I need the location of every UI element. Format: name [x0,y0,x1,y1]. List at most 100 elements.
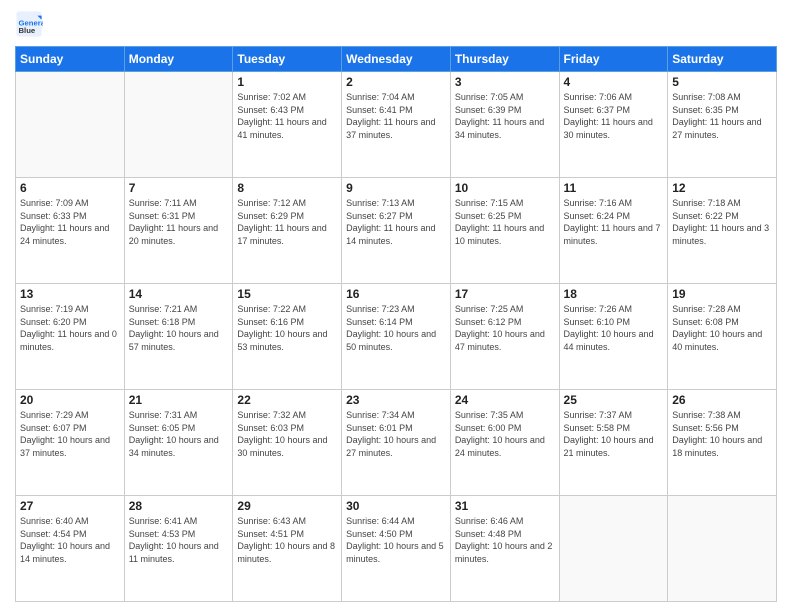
calendar-cell: 26 Sunrise: 7:38 AMSunset: 5:56 PMDayligh… [668,390,777,496]
day-number: 21 [129,393,229,407]
calendar-cell: 1Sunrise: 7:02 AMSunset: 6:43 PMDaylight… [233,72,342,178]
day-info: Sunrise: 7:16 AMSunset: 6:24 PMDaylight:… [564,197,664,247]
calendar-cell: 25 Sunrise: 7:37 AMSunset: 5:58 PMDayligh… [559,390,668,496]
day-number: 2 [346,75,446,89]
day-info: Sunrise: 7:23 AMSunset: 6:14 PMDaylight:… [346,303,446,353]
logo-icon: General Blue [15,10,43,38]
calendar-cell: 13Sunrise: 7:19 AMSunset: 6:20 PMDayligh… [16,284,125,390]
day-info: Sunrise: 7:21 AMSunset: 6:18 PMDaylight:… [129,303,229,353]
day-info: Sunrise: 7:19 AMSunset: 6:20 PMDaylight:… [20,303,120,353]
day-info: Sunrise: 7:09 AMSunset: 6:33 PMDaylight:… [20,197,120,247]
day-number: 14 [129,287,229,301]
day-number: 26 [672,393,772,407]
day-info: Sunrise: 7:15 AMSunset: 6:25 PMDaylight:… [455,197,555,247]
calendar-cell: 28 Sunrise: 6:41 AMSunset: 4:53 PMDayligh… [124,496,233,602]
calendar-cell: 8Sunrise: 7:12 AMSunset: 6:29 PMDaylight… [233,178,342,284]
day-number: 30 [346,499,446,513]
day-number: 22 [237,393,337,407]
day-info: Sunrise: 7:26 AMSunset: 6:10 PMDaylight:… [564,303,664,353]
day-number: 25 [564,393,664,407]
calendar: SundayMondayTuesdayWednesdayThursdayFrid… [15,46,777,602]
day-info: Sunrise: 7:06 AMSunset: 6:37 PMDaylight:… [564,91,664,141]
calendar-cell: 17 Sunrise: 7:25 AMSunset: 6:12 PMDayligh… [450,284,559,390]
calendar-cell: 31Sunrise: 6:46 AMSunset: 4:48 PMDayligh… [450,496,559,602]
calendar-cell [124,72,233,178]
weekday-header-tuesday: Tuesday [233,47,342,72]
calendar-cell: 7 Sunrise: 7:11 AMSunset: 6:31 PMDaylight… [124,178,233,284]
calendar-cell: 30 Sunrise: 6:44 AMSunset: 4:50 PMDayligh… [342,496,451,602]
calendar-cell: 3 Sunrise: 7:05 AMSunset: 6:39 PMDaylight… [450,72,559,178]
day-info: Sunrise: 6:41 AMSunset: 4:53 PMDaylight:… [129,515,229,565]
svg-text:Blue: Blue [19,26,36,35]
day-info: Sunrise: 7:31 AMSunset: 6:05 PMDaylight:… [129,409,229,459]
calendar-week-row: 13Sunrise: 7:19 AMSunset: 6:20 PMDayligh… [16,284,777,390]
day-number: 3 [455,75,555,89]
day-number: 31 [455,499,555,513]
day-number: 18 [564,287,664,301]
day-info: Sunrise: 7:04 AMSunset: 6:41 PMDaylight:… [346,91,446,141]
calendar-cell: 6 Sunrise: 7:09 AMSunset: 6:33 PMDaylight… [16,178,125,284]
day-number: 28 [129,499,229,513]
calendar-cell: 5 Sunrise: 7:08 AMSunset: 6:35 PMDaylight… [668,72,777,178]
day-number: 24 [455,393,555,407]
weekday-header-wednesday: Wednesday [342,47,451,72]
calendar-week-row: 6 Sunrise: 7:09 AMSunset: 6:33 PMDaylight… [16,178,777,284]
day-info: Sunrise: 7:28 AMSunset: 6:08 PMDaylight:… [672,303,772,353]
calendar-cell: 22Sunrise: 7:32 AMSunset: 6:03 PMDayligh… [233,390,342,496]
calendar-cell [16,72,125,178]
day-number: 19 [672,287,772,301]
day-number: 4 [564,75,664,89]
weekday-header-friday: Friday [559,47,668,72]
day-number: 17 [455,287,555,301]
day-info: Sunrise: 7:13 AMSunset: 6:27 PMDaylight:… [346,197,446,247]
calendar-cell: 29 Sunrise: 6:43 AMSunset: 4:51 PMDayligh… [233,496,342,602]
calendar-week-row: 27 Sunrise: 6:40 AMSunset: 4:54 PMDayligh… [16,496,777,602]
day-info: Sunrise: 6:44 AMSunset: 4:50 PMDaylight:… [346,515,446,565]
calendar-cell: 2 Sunrise: 7:04 AMSunset: 6:41 PMDaylight… [342,72,451,178]
calendar-cell: 23 Sunrise: 7:34 AMSunset: 6:01 PMDayligh… [342,390,451,496]
day-info: Sunrise: 7:05 AMSunset: 6:39 PMDaylight:… [455,91,555,141]
calendar-cell: 19 Sunrise: 7:28 AMSunset: 6:08 PMDayligh… [668,284,777,390]
day-info: Sunrise: 7:08 AMSunset: 6:35 PMDaylight:… [672,91,772,141]
day-number: 15 [237,287,337,301]
day-number: 6 [20,181,120,195]
calendar-cell: 27 Sunrise: 6:40 AMSunset: 4:54 PMDayligh… [16,496,125,602]
day-number: 20 [20,393,120,407]
day-info: Sunrise: 6:40 AMSunset: 4:54 PMDaylight:… [20,515,120,565]
day-info: Sunrise: 7:11 AMSunset: 6:31 PMDaylight:… [129,197,229,247]
calendar-cell: 10 Sunrise: 7:15 AMSunset: 6:25 PMDayligh… [450,178,559,284]
calendar-cell: 18 Sunrise: 7:26 AMSunset: 6:10 PMDayligh… [559,284,668,390]
calendar-cell: 9 Sunrise: 7:13 AMSunset: 6:27 PMDaylight… [342,178,451,284]
weekday-header-sunday: Sunday [16,47,125,72]
day-info: Sunrise: 7:18 AMSunset: 6:22 PMDaylight:… [672,197,772,247]
day-info: Sunrise: 7:25 AMSunset: 6:12 PMDaylight:… [455,303,555,353]
calendar-cell: 4 Sunrise: 7:06 AMSunset: 6:37 PMDaylight… [559,72,668,178]
day-info: Sunrise: 7:02 AMSunset: 6:43 PMDaylight:… [237,91,337,141]
day-number: 27 [20,499,120,513]
day-number: 7 [129,181,229,195]
day-info: Sunrise: 7:37 AMSunset: 5:58 PMDaylight:… [564,409,664,459]
day-info: Sunrise: 7:38 AMSunset: 5:56 PMDaylight:… [672,409,772,459]
weekday-header-monday: Monday [124,47,233,72]
day-number: 10 [455,181,555,195]
day-number: 11 [564,181,664,195]
day-number: 16 [346,287,446,301]
day-number: 9 [346,181,446,195]
day-info: Sunrise: 7:35 AMSunset: 6:00 PMDaylight:… [455,409,555,459]
day-number: 29 [237,499,337,513]
calendar-cell: 11 Sunrise: 7:16 AMSunset: 6:24 PMDayligh… [559,178,668,284]
weekday-header-row: SundayMondayTuesdayWednesdayThursdayFrid… [16,47,777,72]
calendar-cell [668,496,777,602]
page: General Blue SundayMondayTuesdayWednesda… [0,0,792,612]
logo: General Blue [15,10,47,38]
day-number: 5 [672,75,772,89]
day-info: Sunrise: 6:43 AMSunset: 4:51 PMDaylight:… [237,515,337,565]
day-number: 23 [346,393,446,407]
weekday-header-saturday: Saturday [668,47,777,72]
day-info: Sunrise: 7:34 AMSunset: 6:01 PMDaylight:… [346,409,446,459]
weekday-header-thursday: Thursday [450,47,559,72]
day-number: 8 [237,181,337,195]
calendar-cell: 14 Sunrise: 7:21 AMSunset: 6:18 PMDayligh… [124,284,233,390]
calendar-week-row: 1Sunrise: 7:02 AMSunset: 6:43 PMDaylight… [16,72,777,178]
calendar-cell [559,496,668,602]
